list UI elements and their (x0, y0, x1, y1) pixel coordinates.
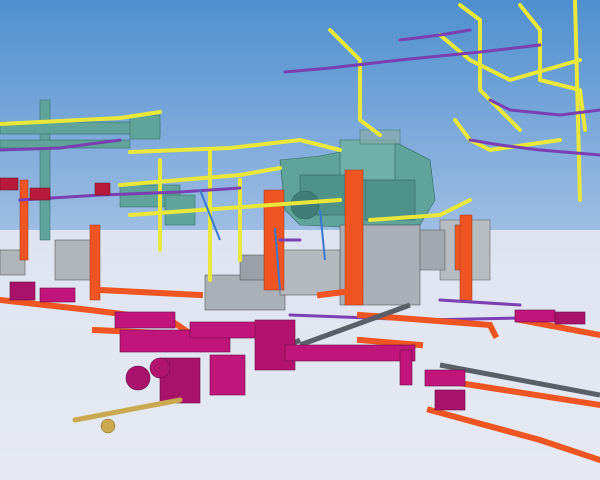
mep-model-scene[interactable] (0, 0, 600, 480)
3d-model-viewport[interactable] (0, 0, 600, 480)
